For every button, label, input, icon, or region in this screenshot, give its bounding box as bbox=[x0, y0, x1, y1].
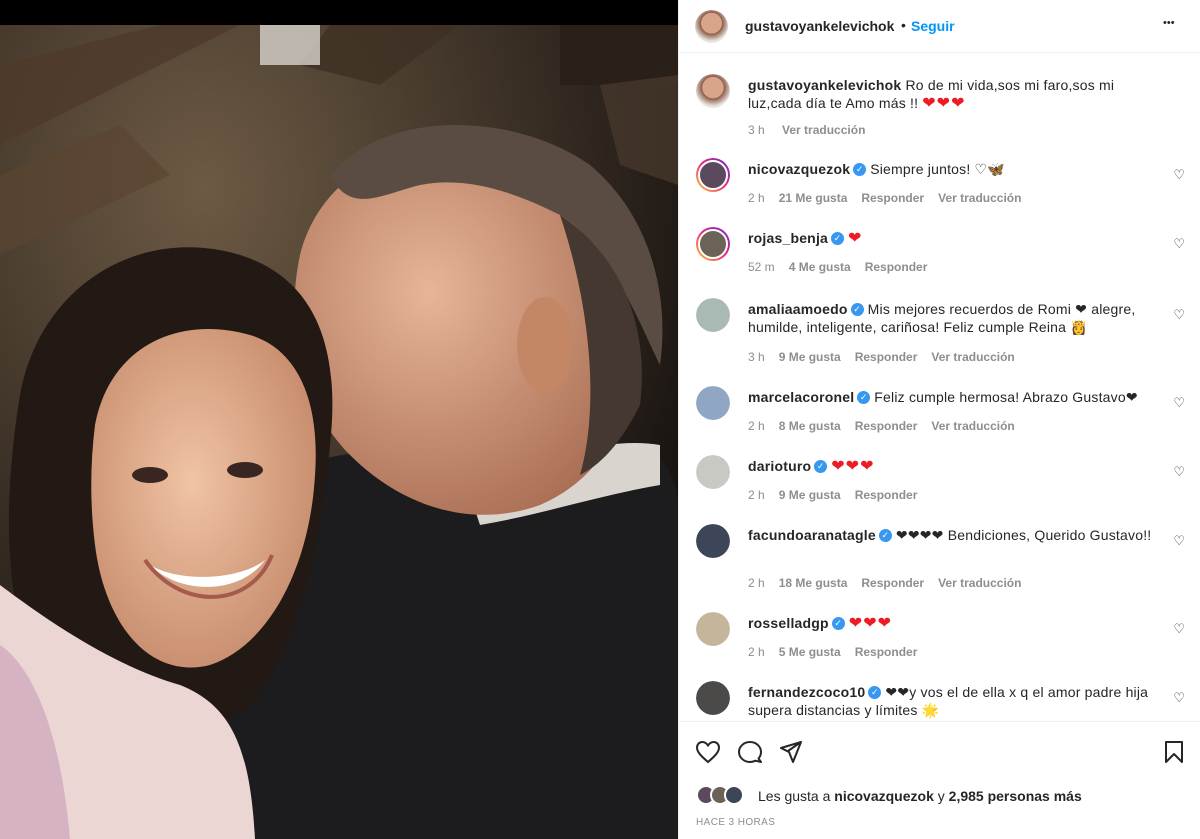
likes-joiner: y bbox=[937, 788, 945, 804]
like-comment-icon[interactable]: ♡ bbox=[1173, 236, 1185, 252]
post-timestamp[interactable]: HACE 3 HORAS bbox=[696, 817, 775, 828]
follow-button[interactable]: Seguir bbox=[911, 18, 955, 34]
comment-avatar[interactable] bbox=[696, 524, 730, 558]
comment-avatar[interactable] bbox=[696, 298, 730, 332]
comment-avatar[interactable] bbox=[696, 158, 730, 192]
comment-text: ❤ bbox=[848, 230, 863, 247]
comment-avatar[interactable] bbox=[696, 386, 730, 420]
comment-likes[interactable]: 21 Me gusta bbox=[779, 191, 848, 205]
couple-photo-illustration bbox=[0, 25, 678, 839]
like-comment-icon[interactable]: ♡ bbox=[1173, 464, 1185, 480]
translate-link[interactable]: Ver traducción bbox=[931, 350, 1014, 364]
like-comment-icon[interactable]: ♡ bbox=[1173, 395, 1185, 411]
comment-time: 2 h bbox=[748, 645, 765, 659]
caption-hearts: ❤❤❤ bbox=[922, 95, 966, 112]
reply-button[interactable]: Responder bbox=[855, 645, 918, 659]
post-header: gustavoyankelevichok • Seguir ••• bbox=[679, 0, 1200, 53]
comment-likes[interactable]: 9 Me gusta bbox=[779, 488, 841, 502]
caption-time: 3 h bbox=[748, 123, 765, 137]
comment-time: 3 h bbox=[748, 350, 765, 364]
save-bookmark-icon[interactable] bbox=[1163, 740, 1185, 764]
like-comment-icon[interactable]: ♡ bbox=[1173, 307, 1185, 323]
caption-avatar[interactable] bbox=[696, 74, 730, 108]
comment-text: ❤❤❤ bbox=[848, 615, 892, 632]
reply-button[interactable]: Responder bbox=[855, 488, 918, 502]
post-photo[interactable] bbox=[0, 0, 678, 839]
reply-button[interactable]: Responder bbox=[855, 350, 918, 364]
comment-bubble-icon[interactable] bbox=[737, 740, 763, 764]
comment-likes[interactable]: 4 Me gusta bbox=[789, 260, 851, 274]
comment-username[interactable]: facundoaranatagle bbox=[748, 527, 876, 543]
like-heart-icon[interactable] bbox=[695, 740, 721, 764]
comment-avatar[interactable] bbox=[696, 612, 730, 646]
comment-text: ❤❤❤❤ Bendiciones, Querido Gustavo!! bbox=[895, 527, 1152, 543]
comment-username[interactable]: amaliaamoedo bbox=[748, 301, 848, 317]
photo-top-bar bbox=[0, 0, 678, 25]
likes-prefix: Les gusta a bbox=[758, 788, 831, 804]
comment-username[interactable]: rojas_benja bbox=[748, 230, 828, 246]
post-actions: Les gusta a nicovazquezok y 2,985 person… bbox=[679, 721, 1200, 839]
caption-body: gustavoyankelevichok Ro de mi vida,sos m… bbox=[748, 76, 1158, 113]
comment-avatar[interactable] bbox=[696, 455, 730, 489]
comment-time: 2 h bbox=[748, 488, 765, 502]
verified-badge-icon: ✓ bbox=[850, 302, 864, 316]
like-comment-icon[interactable]: ♡ bbox=[1173, 167, 1185, 183]
translate-link[interactable]: Ver traducción bbox=[931, 419, 1014, 433]
reply-button[interactable]: Responder bbox=[861, 191, 924, 205]
share-send-icon[interactable] bbox=[779, 740, 803, 764]
likes-user-link[interactable]: nicovazquezok bbox=[834, 788, 934, 804]
reply-button[interactable]: Responder bbox=[861, 576, 924, 590]
liker-avatar bbox=[724, 785, 744, 805]
comment-likes[interactable]: 5 Me gusta bbox=[779, 645, 841, 659]
post-details-panel: gustavoyankelevichok • Seguir ••• gustav… bbox=[678, 0, 1200, 839]
comment-time: 2 h bbox=[748, 419, 765, 433]
comment-username[interactable]: nicovazquezok bbox=[748, 161, 850, 177]
comment-avatar[interactable] bbox=[696, 681, 730, 715]
comment-username[interactable]: rosselladgp bbox=[748, 615, 829, 631]
comment-likes[interactable]: 8 Me gusta bbox=[779, 419, 841, 433]
comment-time: 2 h bbox=[748, 576, 765, 590]
verified-badge-icon: ✓ bbox=[814, 459, 828, 473]
verified-badge-icon: ✓ bbox=[878, 528, 892, 542]
comment-username[interactable]: darioturo bbox=[748, 458, 811, 474]
comment-time: 2 h bbox=[748, 191, 765, 205]
likes-others-link[interactable]: 2,985 personas más bbox=[949, 788, 1082, 804]
verified-badge-icon: ✓ bbox=[831, 231, 845, 245]
comment-text: Feliz cumple hermosa! Abrazo Gustavo❤ bbox=[874, 389, 1138, 405]
like-comment-icon[interactable]: ♡ bbox=[1173, 533, 1185, 549]
comment-time: 52 m bbox=[748, 260, 775, 274]
reply-button[interactable]: Responder bbox=[855, 419, 918, 433]
translate-link[interactable]: Ver traducción bbox=[938, 576, 1021, 590]
comment-likes[interactable]: 18 Me gusta bbox=[779, 576, 848, 590]
author-username[interactable]: gustavoyankelevichok bbox=[745, 18, 894, 34]
comment-avatar[interactable] bbox=[696, 227, 730, 261]
comments-list[interactable]: gustavoyankelevichok Ro de mi vida,sos m… bbox=[679, 54, 1200, 720]
comment-text: ❤❤❤ bbox=[831, 458, 875, 475]
translate-link[interactable]: Ver traducción bbox=[938, 191, 1021, 205]
comment-username[interactable]: fernandezcoco10 bbox=[748, 684, 865, 700]
separator-dot: • bbox=[901, 17, 906, 33]
verified-badge-icon: ✓ bbox=[857, 390, 871, 404]
verified-badge-icon: ✓ bbox=[831, 616, 845, 630]
like-comment-icon[interactable]: ♡ bbox=[1173, 621, 1185, 637]
author-avatar[interactable] bbox=[695, 10, 728, 43]
verified-badge-icon: ✓ bbox=[868, 685, 882, 699]
likes-text: Les gusta a nicovazquezok y 2,985 person… bbox=[758, 788, 1082, 804]
verified-badge-icon: ✓ bbox=[853, 162, 867, 176]
more-options-icon[interactable]: ••• bbox=[1163, 17, 1175, 29]
like-comment-icon[interactable]: ♡ bbox=[1173, 690, 1185, 706]
reply-button[interactable]: Responder bbox=[865, 260, 928, 274]
comment-text: Siempre juntos! ♡🦋 bbox=[870, 161, 1005, 177]
comment-username[interactable]: marcelacoronel bbox=[748, 389, 854, 405]
caption-username[interactable]: gustavoyankelevichok bbox=[748, 77, 901, 93]
caption-meta: 3 h Ver traducción bbox=[748, 123, 879, 137]
caption-translate-link[interactable]: Ver traducción bbox=[782, 123, 865, 137]
comment-likes[interactable]: 9 Me gusta bbox=[779, 350, 841, 364]
